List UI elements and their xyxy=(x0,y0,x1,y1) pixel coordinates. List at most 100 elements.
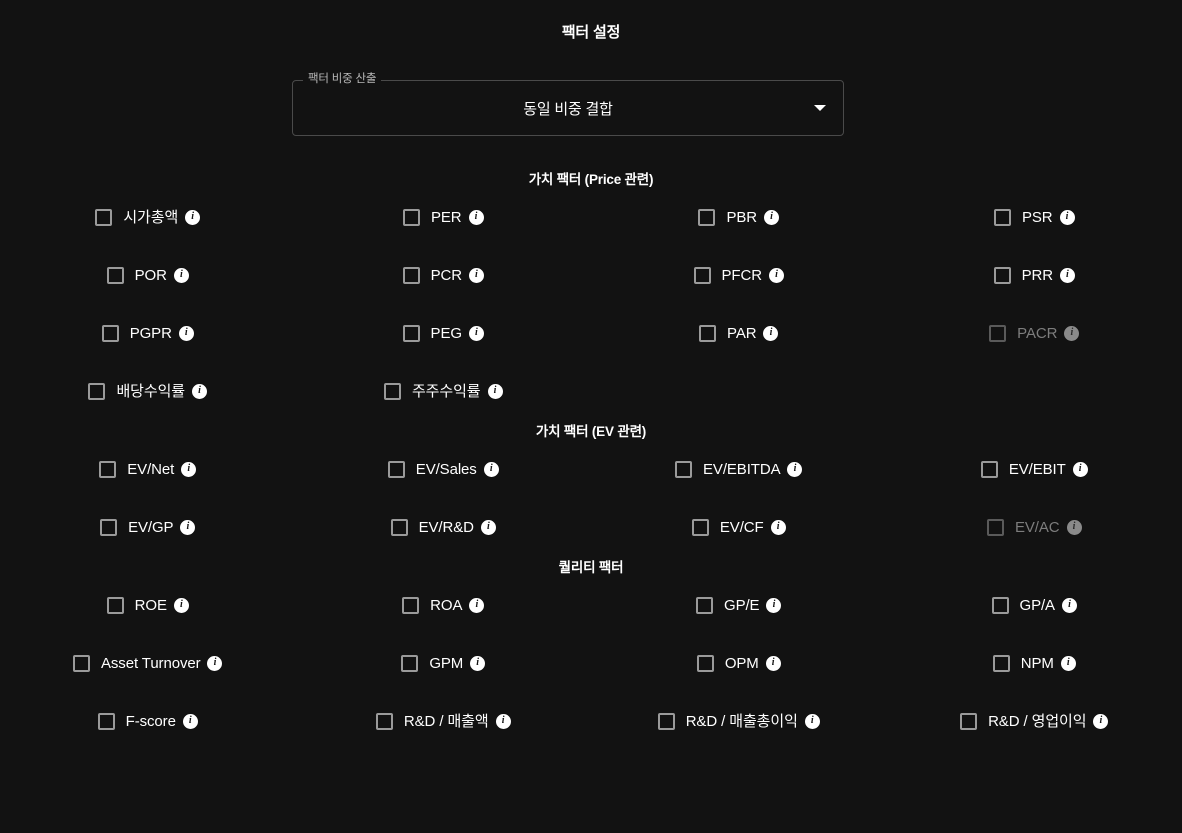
chevron-down-icon[interactable] xyxy=(814,105,826,111)
info-icon[interactable]: i xyxy=(1060,655,1076,671)
checkbox-ev/cf[interactable] xyxy=(691,518,709,536)
checkbox-gp/e[interactable] xyxy=(696,596,714,614)
info-icon[interactable]: i xyxy=(178,325,194,341)
checkbox-ev/gp[interactable] xyxy=(100,518,118,536)
checkbox-por[interactable] xyxy=(106,266,124,284)
factor-checkbox-item-ev/sales[interactable]: EV/Sales i xyxy=(387,460,499,478)
factor-checkbox-item-npm[interactable]: NPM i xyxy=(992,654,1076,672)
factor-checkbox-item-ev/gp[interactable]: EV/GP i xyxy=(100,518,196,536)
info-icon[interactable]: i xyxy=(185,209,201,225)
info-icon[interactable]: i xyxy=(207,655,223,671)
factor-checkbox-item-ev/cf[interactable]: EV/CF i xyxy=(691,518,786,536)
info-icon[interactable]: i xyxy=(1072,461,1088,477)
info-icon[interactable]: i xyxy=(495,713,511,729)
checkbox-roe[interactable] xyxy=(106,596,124,614)
checkbox-시가총액[interactable] xyxy=(95,208,113,226)
checkbox-배당수익률[interactable] xyxy=(88,382,106,400)
factor-checkbox-item-roe[interactable]: ROE i xyxy=(106,596,189,614)
factor-checkbox-item-gpm[interactable]: GPM i xyxy=(401,654,486,672)
checkbox-주주수익률[interactable] xyxy=(383,382,401,400)
checkbox-gpm[interactable] xyxy=(401,654,419,672)
info-icon[interactable]: i xyxy=(1061,597,1077,613)
info-icon[interactable]: i xyxy=(173,597,189,613)
factor-checkbox-item-peg[interactable]: PEG i xyxy=(402,324,484,342)
factor-checkbox-item-per[interactable]: PER i xyxy=(402,208,484,226)
checkbox-roa[interactable] xyxy=(402,596,420,614)
factor-checkbox-item-asset-turnover[interactable]: Asset Turnover i xyxy=(73,654,223,672)
checkbox-r&d-/-영업이익[interactable] xyxy=(960,712,978,730)
checkbox-ev/sales[interactable] xyxy=(387,460,405,478)
checkbox-gp/a[interactable] xyxy=(991,596,1009,614)
info-icon[interactable]: i xyxy=(173,267,189,283)
factor-checkbox-item-pcr[interactable]: PCR i xyxy=(402,266,484,284)
info-icon[interactable]: i xyxy=(804,713,820,729)
checkbox-prr[interactable] xyxy=(993,266,1011,284)
factor-cell: EV/AC i xyxy=(887,498,1182,556)
factor-weight-select[interactable]: 팩터 비중 산출 동일 비중 결합 xyxy=(292,73,844,136)
info-icon[interactable]: i xyxy=(182,713,198,729)
info-icon[interactable]: i xyxy=(180,519,196,535)
factor-checkbox-item-gp/a[interactable]: GP/A i xyxy=(991,596,1077,614)
factor-weight-select-value[interactable]: 동일 비중 결합 xyxy=(292,80,844,136)
factor-checkbox-item-opm[interactable]: OPM i xyxy=(696,654,781,672)
info-icon[interactable]: i xyxy=(1093,713,1109,729)
info-icon[interactable]: i xyxy=(483,461,499,477)
checkbox-ev/ebit[interactable] xyxy=(980,460,998,478)
factor-checkbox-item-r&d-/-영업이익[interactable]: R&D / 영업이익 i xyxy=(960,712,1109,730)
info-icon[interactable]: i xyxy=(487,383,503,399)
checkbox-pfcr[interactable] xyxy=(693,266,711,284)
info-icon[interactable]: i xyxy=(468,267,484,283)
factor-checkbox-item-r&d-/-매출액[interactable]: R&D / 매출액 i xyxy=(375,712,511,730)
checkbox-peg[interactable] xyxy=(402,324,420,342)
info-icon[interactable]: i xyxy=(768,267,784,283)
factor-checkbox-item-r&d-/-매출총이익[interactable]: R&D / 매출총이익 i xyxy=(657,712,820,730)
factor-checkbox-item-pgpr[interactable]: PGPR i xyxy=(101,324,194,342)
checkbox-asset-turnover[interactable] xyxy=(73,654,90,672)
checkbox-par[interactable] xyxy=(699,324,717,342)
info-icon[interactable]: i xyxy=(770,519,786,535)
checkbox-opm[interactable] xyxy=(696,654,714,672)
checkbox-ev/ebitda[interactable] xyxy=(675,460,693,478)
info-icon[interactable]: i xyxy=(764,209,780,225)
checkbox-ev/r&d[interactable] xyxy=(390,518,408,536)
info-icon[interactable]: i xyxy=(1059,267,1075,283)
factor-checkbox-item-pfcr[interactable]: PFCR i xyxy=(693,266,784,284)
checkbox-r&d-/-매출총이익[interactable] xyxy=(657,712,675,730)
info-icon[interactable]: i xyxy=(1059,209,1075,225)
info-icon[interactable]: i xyxy=(192,383,207,399)
info-icon[interactable]: i xyxy=(181,461,197,477)
factor-checkbox-item-gp/e[interactable]: GP/E i xyxy=(696,596,782,614)
info-icon[interactable]: i xyxy=(468,325,484,341)
checkbox-ev/net[interactable] xyxy=(99,460,117,478)
factor-checkbox-item-ev/net[interactable]: EV/Net i xyxy=(99,460,197,478)
factor-checkbox-item-ev/ebitda[interactable]: EV/EBITDA i xyxy=(675,460,803,478)
checkbox-r&d-/-매출액[interactable] xyxy=(375,712,393,730)
info-icon[interactable]: i xyxy=(765,655,781,671)
factor-checkbox-item-배당수익률[interactable]: 배당수익률 i xyxy=(88,382,207,400)
info-icon[interactable]: i xyxy=(766,597,782,613)
checkbox-per[interactable] xyxy=(402,208,420,226)
factor-checkbox-item-pbr[interactable]: PBR i xyxy=(698,208,780,226)
factor-checkbox-item-시가총액[interactable]: 시가총액 i xyxy=(95,208,201,226)
factor-checkbox-item-roa[interactable]: ROA i xyxy=(402,596,485,614)
info-icon[interactable]: i xyxy=(468,209,484,225)
factor-checkbox-item-psr[interactable]: PSR i xyxy=(993,208,1075,226)
checkbox-pcr[interactable] xyxy=(402,266,420,284)
factor-checkbox-item-ev/ebit[interactable]: EV/EBIT i xyxy=(980,460,1088,478)
factor-checkbox-item-prr[interactable]: PRR i xyxy=(993,266,1075,284)
factor-checkbox-item-par[interactable]: PAR i xyxy=(699,324,779,342)
checkbox-npm[interactable] xyxy=(992,654,1010,672)
checkbox-pgpr[interactable] xyxy=(101,324,119,342)
checkbox-f-score[interactable] xyxy=(97,712,115,730)
factor-checkbox-item-ev/r&d[interactable]: EV/R&D i xyxy=(390,518,496,536)
factor-checkbox-item-por[interactable]: POR i xyxy=(106,266,189,284)
info-icon[interactable]: i xyxy=(470,655,486,671)
info-icon[interactable]: i xyxy=(480,519,496,535)
factor-checkbox-item-주주수익률[interactable]: 주주수익률 i xyxy=(383,382,503,400)
info-icon[interactable]: i xyxy=(763,325,779,341)
checkbox-pbr[interactable] xyxy=(698,208,716,226)
checkbox-psr[interactable] xyxy=(993,208,1011,226)
factor-checkbox-item-f-score[interactable]: F-score i xyxy=(97,712,198,730)
info-icon[interactable]: i xyxy=(469,597,485,613)
info-icon[interactable]: i xyxy=(787,461,803,477)
